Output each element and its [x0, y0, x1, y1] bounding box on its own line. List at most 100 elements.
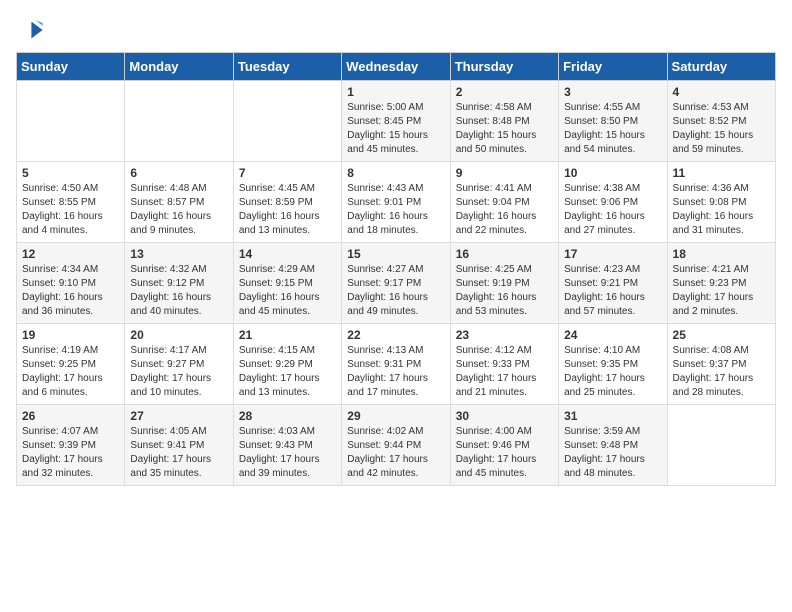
cell-sun-info: Sunrise: 4:07 AM Sunset: 9:39 PM Dayligh… [22, 425, 119, 481]
day-header-saturday: Saturday [667, 53, 775, 81]
day-number: 21 [239, 328, 336, 342]
cell-sun-info: Sunrise: 4:25 AM Sunset: 9:19 PM Dayligh… [456, 263, 553, 319]
day-number: 5 [22, 166, 119, 180]
calendar-week-row: 1Sunrise: 5:00 AM Sunset: 8:45 PM Daylig… [17, 81, 776, 162]
day-number: 22 [347, 328, 444, 342]
day-number: 27 [130, 409, 227, 423]
day-number: 24 [564, 328, 661, 342]
day-number: 7 [239, 166, 336, 180]
calendar-cell: 8 Sunrise: 4:43 AM Sunset: 9:01 PM Daylig… [342, 162, 450, 243]
calendar-cell: 5Sunrise: 4:50 AM Sunset: 8:55 PM Daylig… [17, 162, 125, 243]
cell-sun-info: Sunrise: 4:27 AM Sunset: 9:17 PM Dayligh… [347, 263, 444, 319]
day-number: 17 [564, 247, 661, 261]
cell-sun-info: Sunrise: 4:53 AM Sunset: 8:52 PM Dayligh… [673, 101, 770, 157]
calendar-cell: 12 Sunrise: 4:34 AM Sunset: 9:10 PM Dayli… [17, 243, 125, 324]
day-number: 18 [673, 247, 770, 261]
day-number: 8 [347, 166, 444, 180]
day-number: 28 [239, 409, 336, 423]
calendar-cell: 25 Sunrise: 4:08 AM Sunset: 9:37 PM Dayli… [667, 324, 775, 405]
cell-sun-info: Sunrise: 4:38 AM Sunset: 9:06 PM Dayligh… [564, 182, 661, 238]
logo-icon [16, 16, 44, 44]
cell-sun-info: Sunrise: 4:12 AM Sunset: 9:33 PM Dayligh… [456, 344, 553, 400]
calendar-cell: 26 Sunrise: 4:07 AM Sunset: 9:39 PM Dayli… [17, 405, 125, 486]
calendar-cell: 28 Sunrise: 4:03 AM Sunset: 9:43 PM Dayli… [233, 405, 341, 486]
calendar-cell [667, 405, 775, 486]
day-number: 6 [130, 166, 227, 180]
cell-sun-info: Sunrise: 4:58 AM Sunset: 8:48 PM Dayligh… [456, 101, 553, 157]
day-header-friday: Friday [559, 53, 667, 81]
calendar-cell: 22 Sunrise: 4:13 AM Sunset: 9:31 PM Dayli… [342, 324, 450, 405]
cell-sun-info: Sunrise: 4:19 AM Sunset: 9:25 PM Dayligh… [22, 344, 119, 400]
cell-sun-info: Sunrise: 4:03 AM Sunset: 9:43 PM Dayligh… [239, 425, 336, 481]
day-number: 2 [456, 85, 553, 99]
day-number: 10 [564, 166, 661, 180]
calendar-week-row: 5Sunrise: 4:50 AM Sunset: 8:55 PM Daylig… [17, 162, 776, 243]
cell-sun-info: Sunrise: 4:34 AM Sunset: 9:10 PM Dayligh… [22, 263, 119, 319]
day-number: 15 [347, 247, 444, 261]
calendar-cell: 10 Sunrise: 4:38 AM Sunset: 9:06 PM Dayli… [559, 162, 667, 243]
day-header-wednesday: Wednesday [342, 53, 450, 81]
cell-sun-info: Sunrise: 4:43 AM Sunset: 9:01 PM Dayligh… [347, 182, 444, 238]
cell-sun-info: Sunrise: 4:00 AM Sunset: 9:46 PM Dayligh… [456, 425, 553, 481]
calendar-cell: 7 Sunrise: 4:45 AM Sunset: 8:59 PM Daylig… [233, 162, 341, 243]
cell-sun-info: Sunrise: 4:17 AM Sunset: 9:27 PM Dayligh… [130, 344, 227, 400]
day-number: 31 [564, 409, 661, 423]
cell-sun-info: Sunrise: 4:10 AM Sunset: 9:35 PM Dayligh… [564, 344, 661, 400]
calendar-cell: 27 Sunrise: 4:05 AM Sunset: 9:41 PM Dayli… [125, 405, 233, 486]
day-number: 16 [456, 247, 553, 261]
cell-sun-info: Sunrise: 4:13 AM Sunset: 9:31 PM Dayligh… [347, 344, 444, 400]
calendar-cell: 3 Sunrise: 4:55 AM Sunset: 8:50 PM Daylig… [559, 81, 667, 162]
day-number: 25 [673, 328, 770, 342]
calendar-cell: 15 Sunrise: 4:27 AM Sunset: 9:17 PM Dayli… [342, 243, 450, 324]
calendar-cell: 24 Sunrise: 4:10 AM Sunset: 9:35 PM Dayli… [559, 324, 667, 405]
day-number: 9 [456, 166, 553, 180]
calendar-week-row: 19 Sunrise: 4:19 AM Sunset: 9:25 PM Dayli… [17, 324, 776, 405]
cell-sun-info: Sunrise: 4:02 AM Sunset: 9:44 PM Dayligh… [347, 425, 444, 481]
cell-sun-info: Sunrise: 4:29 AM Sunset: 9:15 PM Dayligh… [239, 263, 336, 319]
calendar-cell: 16 Sunrise: 4:25 AM Sunset: 9:19 PM Dayli… [450, 243, 558, 324]
calendar-cell [125, 81, 233, 162]
calendar-cell: 11 Sunrise: 4:36 AM Sunset: 9:08 PM Dayli… [667, 162, 775, 243]
day-number: 26 [22, 409, 119, 423]
day-number: 29 [347, 409, 444, 423]
calendar-cell: 17Sunrise: 4:23 AM Sunset: 9:21 PM Dayli… [559, 243, 667, 324]
day-header-tuesday: Tuesday [233, 53, 341, 81]
cell-sun-info: Sunrise: 4:15 AM Sunset: 9:29 PM Dayligh… [239, 344, 336, 400]
day-number: 3 [564, 85, 661, 99]
cell-sun-info: Sunrise: 4:32 AM Sunset: 9:12 PM Dayligh… [130, 263, 227, 319]
cell-sun-info: Sunrise: 5:00 AM Sunset: 8:45 PM Dayligh… [347, 101, 444, 157]
day-number: 14 [239, 247, 336, 261]
day-number: 30 [456, 409, 553, 423]
cell-sun-info: Sunrise: 4:36 AM Sunset: 9:08 PM Dayligh… [673, 182, 770, 238]
calendar-cell: 14 Sunrise: 4:29 AM Sunset: 9:15 PM Dayli… [233, 243, 341, 324]
calendar-cell: 9 Sunrise: 4:41 AM Sunset: 9:04 PM Daylig… [450, 162, 558, 243]
calendar-cell: 18 Sunrise: 4:21 AM Sunset: 9:23 PM Dayli… [667, 243, 775, 324]
cell-sun-info: Sunrise: 3:59 AM Sunset: 9:48 PM Dayligh… [564, 425, 661, 481]
calendar-cell: 2 Sunrise: 4:58 AM Sunset: 8:48 PM Daylig… [450, 81, 558, 162]
day-number: 20 [130, 328, 227, 342]
cell-sun-info: Sunrise: 4:08 AM Sunset: 9:37 PM Dayligh… [673, 344, 770, 400]
calendar-table: SundayMondayTuesdayWednesdayThursdayFrid… [16, 52, 776, 486]
calendar-cell: 30 Sunrise: 4:00 AM Sunset: 9:46 PM Dayli… [450, 405, 558, 486]
cell-sun-info: Sunrise: 4:45 AM Sunset: 8:59 PM Dayligh… [239, 182, 336, 238]
cell-sun-info: Sunrise: 4:41 AM Sunset: 9:04 PM Dayligh… [456, 182, 553, 238]
day-number: 11 [673, 166, 770, 180]
days-header-row: SundayMondayTuesdayWednesdayThursdayFrid… [17, 53, 776, 81]
day-number: 23 [456, 328, 553, 342]
day-number: 13 [130, 247, 227, 261]
day-header-monday: Monday [125, 53, 233, 81]
page-header [16, 16, 776, 44]
cell-sun-info: Sunrise: 4:55 AM Sunset: 8:50 PM Dayligh… [564, 101, 661, 157]
day-number: 12 [22, 247, 119, 261]
calendar-cell: 29 Sunrise: 4:02 AM Sunset: 9:44 PM Dayli… [342, 405, 450, 486]
calendar-cell: 19 Sunrise: 4:19 AM Sunset: 9:25 PM Dayli… [17, 324, 125, 405]
calendar-week-row: 26 Sunrise: 4:07 AM Sunset: 9:39 PM Dayli… [17, 405, 776, 486]
calendar-cell [17, 81, 125, 162]
calendar-week-row: 12 Sunrise: 4:34 AM Sunset: 9:10 PM Dayli… [17, 243, 776, 324]
day-number: 19 [22, 328, 119, 342]
cell-sun-info: Sunrise: 4:21 AM Sunset: 9:23 PM Dayligh… [673, 263, 770, 319]
calendar-cell: 20 Sunrise: 4:17 AM Sunset: 9:27 PM Dayli… [125, 324, 233, 405]
calendar-cell: 13 Sunrise: 4:32 AM Sunset: 9:12 PM Dayli… [125, 243, 233, 324]
cell-sun-info: Sunrise: 4:05 AM Sunset: 9:41 PM Dayligh… [130, 425, 227, 481]
calendar-cell: 23 Sunrise: 4:12 AM Sunset: 9:33 PM Dayli… [450, 324, 558, 405]
